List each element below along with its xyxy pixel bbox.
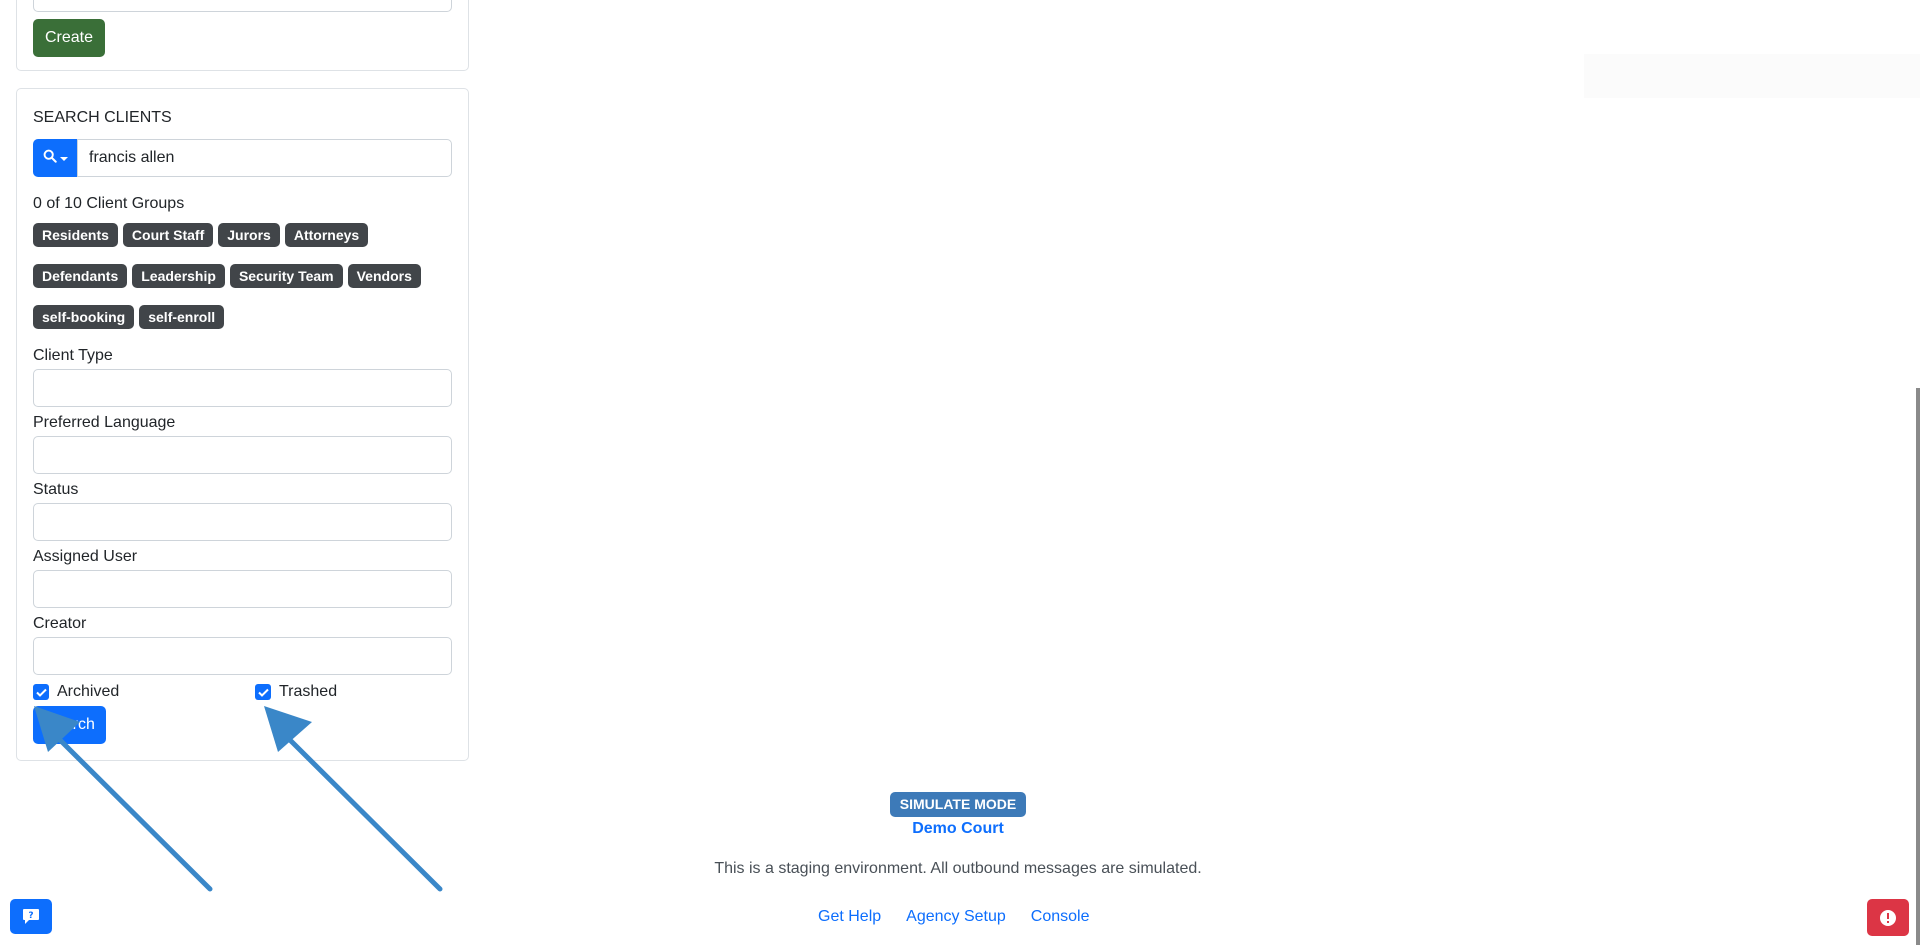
archived-label: Archived <box>57 683 120 700</box>
create-input[interactable] <box>33 0 452 12</box>
check-icon <box>35 688 47 697</box>
client-type-label: Client Type <box>33 347 113 364</box>
console-link[interactable]: Console <box>1031 908 1090 926</box>
alert-icon <box>1880 909 1896 926</box>
client-group-badge[interactable]: Vendors <box>347 264 421 288</box>
archived-checkbox[interactable] <box>33 684 49 700</box>
status-select[interactable] <box>33 503 452 541</box>
section-title: SEARCH CLIENTS <box>33 109 172 126</box>
assigned-user-select[interactable] <box>33 570 452 608</box>
page-scrollbar[interactable] <box>1916 388 1920 945</box>
client-group-badge[interactable]: self-booking <box>33 305 135 329</box>
creator-label: Creator <box>33 615 87 632</box>
footer-links: Get Help Agency Setup Console <box>818 908 1089 926</box>
search-input-group <box>33 139 452 177</box>
svg-text:?: ? <box>28 911 33 921</box>
trashed-label: Trashed <box>279 683 338 700</box>
client-group-badge[interactable]: Residents <box>33 223 118 247</box>
caret-down-icon <box>59 149 68 167</box>
search-input[interactable] <box>77 139 452 177</box>
agency-name-link[interactable]: Demo Court <box>858 820 1058 838</box>
alert-button[interactable] <box>1867 899 1909 936</box>
client-group-badge[interactable]: Defendants <box>33 264 128 288</box>
create-button[interactable]: Create <box>33 19 105 57</box>
archived-option: Archived <box>33 683 119 701</box>
chat-help-icon: ? <box>23 909 39 924</box>
creator-select[interactable] <box>33 637 452 675</box>
preferred-language-label: Preferred Language <box>33 414 176 431</box>
trashed-option: Trashed <box>255 683 337 701</box>
badge-row: Defendants Leadership Security Team Vendors <box>33 264 453 288</box>
search-icon <box>43 149 57 168</box>
client-type-select[interactable] <box>33 369 452 407</box>
search-dropdown-button[interactable] <box>33 139 77 177</box>
assigned-user-label: Assigned User <box>33 548 138 565</box>
badge-row: self-booking self-enroll <box>33 305 453 329</box>
trashed-checkbox[interactable] <box>255 684 271 700</box>
client-group-badges: Residents Court Staff Jurors Attorneys Defen… <box>33 223 453 346</box>
client-group-badge[interactable]: Leadership <box>132 264 225 288</box>
client-group-badge[interactable]: Attorneys <box>284 223 369 247</box>
badge-row: Residents Court Staff Jurors Attorneys <box>33 223 453 247</box>
client-group-badge[interactable]: Court Staff <box>122 223 214 247</box>
background-panel <box>1584 54 1920 98</box>
agency-setup-link[interactable]: Agency Setup <box>906 908 1006 926</box>
help-chat-button[interactable]: ? <box>10 899 52 934</box>
client-group-badge[interactable]: self-enroll <box>139 305 225 329</box>
client-group-badge[interactable]: Jurors <box>218 223 280 247</box>
search-clients-card: SEARCH CLIENTS 0 of 10 Client Groups Res… <box>16 88 469 761</box>
check-icon <box>257 688 269 697</box>
get-help-link[interactable]: Get Help <box>818 908 881 926</box>
status-label: Status <box>33 481 79 498</box>
client-groups-count: 0 of 10 Client Groups <box>33 195 185 212</box>
create-client-card: Create <box>16 0 469 71</box>
client-group-badge[interactable]: Security Team <box>229 264 343 288</box>
search-button[interactable]: Search <box>33 706 106 744</box>
preferred-language-select[interactable] <box>33 436 452 474</box>
staging-notice: This is a staging environment. All outbo… <box>714 860 1202 877</box>
simulate-mode-badge: SIMULATE MODE <box>890 792 1026 817</box>
